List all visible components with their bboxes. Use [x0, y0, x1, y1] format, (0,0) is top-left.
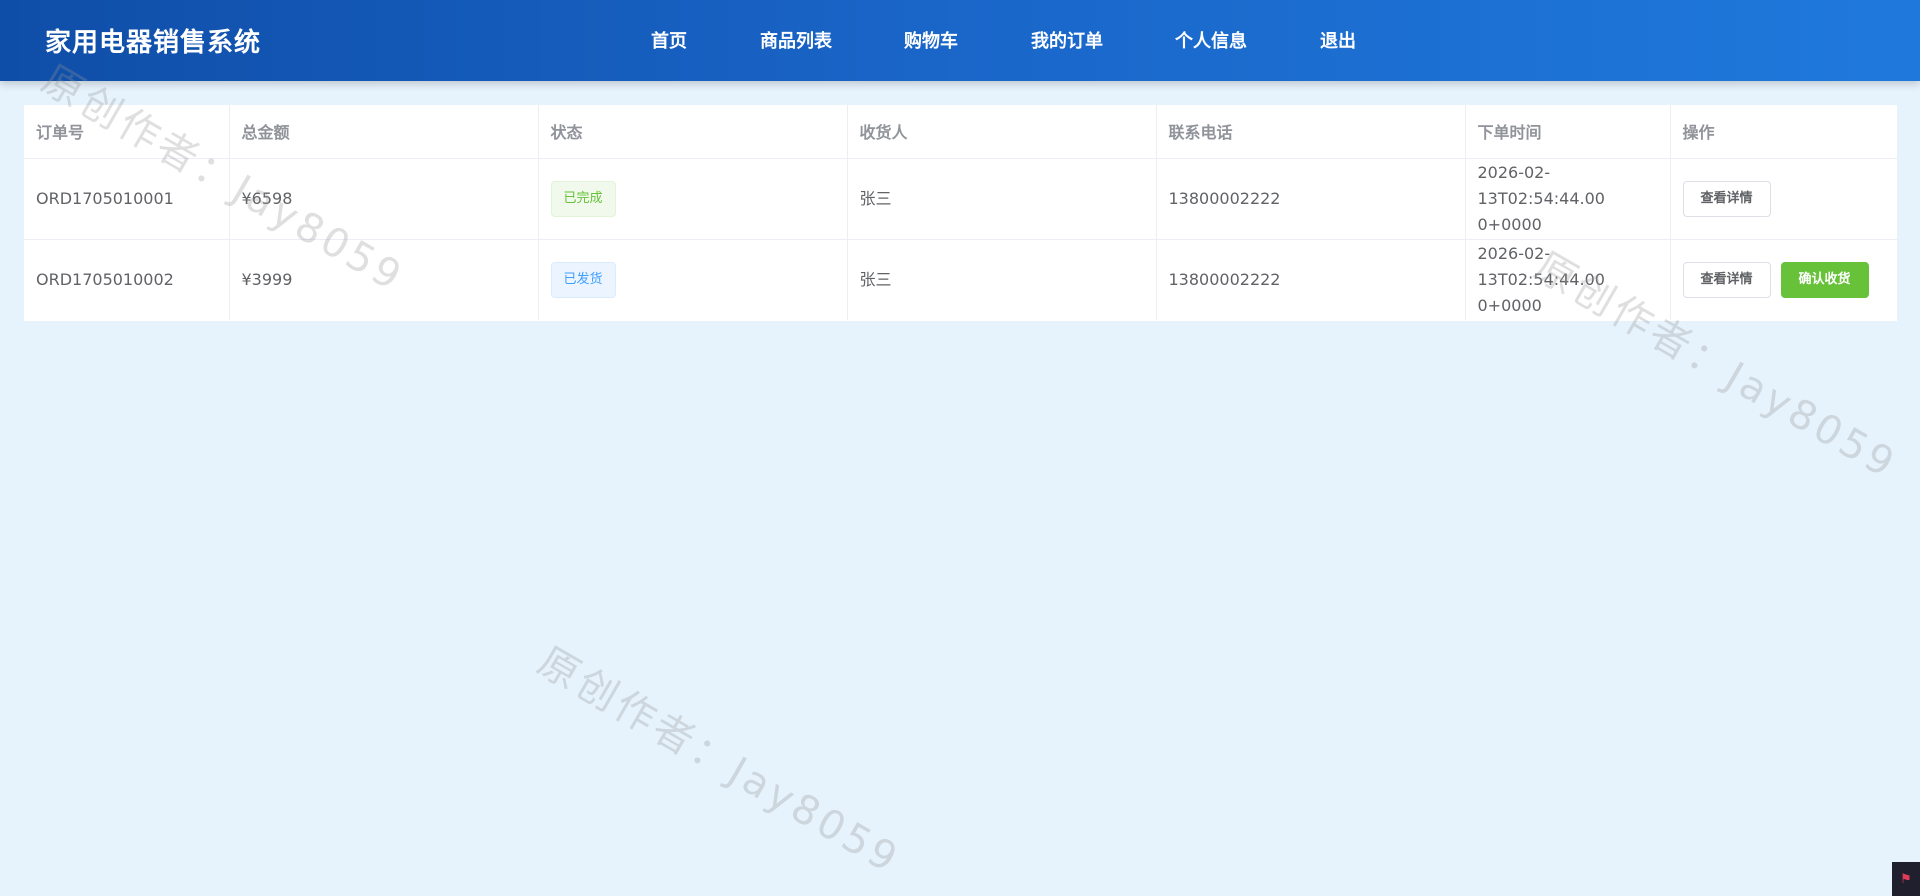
- column-header-phone: 联系电话: [1156, 105, 1466, 159]
- amount-cell: ¥3999: [229, 239, 539, 320]
- actions-cell: 查看详情: [1670, 158, 1897, 240]
- order-time-cell: 2026-02-13T02:54:44.00 0+0000: [1465, 239, 1671, 320]
- status-badge: 已完成: [550, 180, 616, 217]
- main-nav: 首页 商品列表 购物车 我的订单 个人信息 退出: [0, 0, 1920, 81]
- order-no-cell: ORD1705010001: [24, 158, 230, 240]
- order-time-line2: 0+0000: [1477, 295, 1542, 315]
- amount-cell: ¥6598: [229, 158, 539, 240]
- status-badge: 已发货: [550, 261, 616, 298]
- orders-table: 订单号 总金额 状态 收货人 联系电话 下单时间 操作 ORD170501000…: [24, 105, 1897, 321]
- view-details-button[interactable]: 查看详情: [1682, 180, 1771, 217]
- view-details-button[interactable]: 查看详情: [1682, 261, 1771, 298]
- watermark: 原创作者：Jay8059: [530, 638, 908, 884]
- column-header-status: 状态: [538, 105, 848, 159]
- status-cell: 已发货: [538, 239, 848, 320]
- nav-logout[interactable]: 退出: [1320, 27, 1356, 53]
- nav-products[interactable]: 商品列表: [760, 27, 832, 53]
- confirm-receipt-button[interactable]: 确认收货: [1780, 261, 1869, 298]
- nav-cart[interactable]: 购物车: [904, 27, 958, 53]
- status-cell: 已完成: [538, 158, 848, 240]
- column-header-actions: 操作: [1670, 105, 1897, 159]
- phone-cell: 13800002222: [1156, 239, 1466, 320]
- order-time-line2: 0+0000: [1477, 214, 1542, 234]
- phone-cell: 13800002222: [1156, 158, 1466, 240]
- column-header-receiver: 收货人: [847, 105, 1157, 159]
- actions-cell: 查看详情 确认收货: [1670, 239, 1897, 320]
- column-header-order-no: 订单号: [24, 105, 230, 159]
- top-header: 家用电器销售系统 首页 商品列表 购物车 我的订单 个人信息 退出: [0, 0, 1920, 81]
- column-header-amount: 总金额: [229, 105, 539, 159]
- table-row: ORD1705010001 ¥6598 已完成 张三 13800002222 2…: [24, 158, 1897, 240]
- order-time-cell: 2026-02-13T02:54:44.00 0+0000: [1465, 158, 1671, 240]
- order-time-line1: 2026-02-13T02:54:44.00: [1477, 162, 1605, 208]
- order-no-cell: ORD1705010002: [24, 239, 230, 320]
- receiver-cell: 张三: [847, 239, 1157, 320]
- nav-home[interactable]: 首页: [651, 27, 687, 53]
- flag-icon[interactable]: ⚑: [1892, 862, 1920, 896]
- table-header-row: 订单号 总金额 状态 收货人 联系电话 下单时间 操作: [24, 105, 1897, 159]
- receiver-cell: 张三: [847, 158, 1157, 240]
- order-time-line1: 2026-02-13T02:54:44.00: [1477, 243, 1605, 289]
- nav-my-orders[interactable]: 我的订单: [1031, 27, 1103, 53]
- nav-profile[interactable]: 个人信息: [1175, 27, 1247, 53]
- column-header-time: 下单时间: [1465, 105, 1671, 159]
- table-row: ORD1705010002 ¥3999 已发货 张三 13800002222 2…: [24, 239, 1897, 320]
